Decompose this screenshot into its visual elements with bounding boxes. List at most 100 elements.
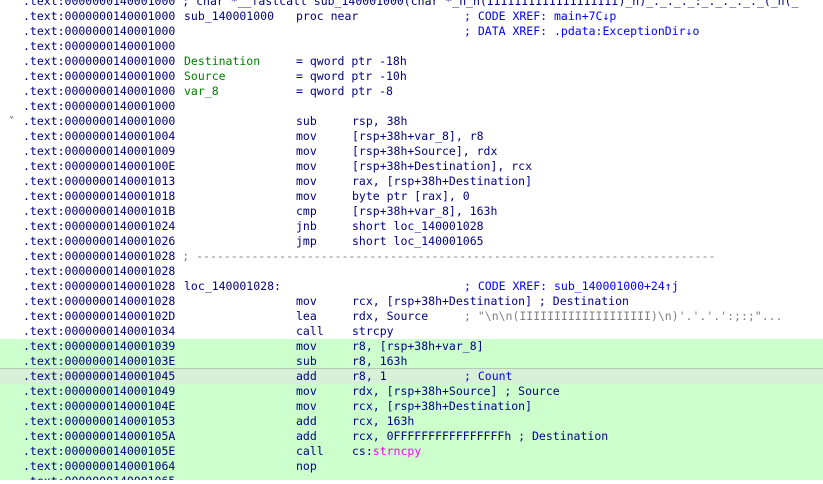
disasm-line[interactable]: .text:000000014000102D lea rdx, Source ; "\… bbox=[0, 309, 823, 324]
disasm-line[interactable]: .text:0000000140001000 ; DATA XREF: .pdat… bbox=[0, 24, 823, 39]
instruction-mnemonic[interactable]: sub bbox=[296, 354, 317, 369]
disasm-line[interactable]: .text:0000000140001049 mov rdx, [rsp+38h+S… bbox=[0, 384, 823, 399]
disasm-line[interactable]: .text:0000000140001053 add rcx, 163h bbox=[0, 414, 823, 429]
instruction-operands[interactable]: [rsp+38h+Destination], rcx bbox=[352, 159, 532, 174]
instruction-mnemonic[interactable]: add bbox=[296, 414, 317, 429]
line-address[interactable]: .text:0000000140001000 bbox=[23, 114, 175, 128]
instruction-operands[interactable]: cs:strncpy bbox=[352, 444, 421, 459]
line-address[interactable]: .text:0000000140001065 bbox=[23, 474, 175, 480]
line-address[interactable]: .text:000000014000103E bbox=[23, 354, 175, 368]
instruction-operands[interactable]: rdx, Source bbox=[352, 309, 428, 324]
instruction-mnemonic[interactable]: nop bbox=[296, 459, 317, 474]
instruction-operands[interactable]: r8, 1 bbox=[352, 369, 387, 384]
disasm-line[interactable]: ˅ .text:0000000140001000 sub rsp, 38h bbox=[0, 114, 823, 129]
disasm-line[interactable]: .text:0000000140001064 nop bbox=[0, 459, 823, 474]
code-label[interactable]: Destination bbox=[184, 54, 260, 69]
line-address[interactable]: .text:000000014000102D bbox=[23, 309, 175, 323]
disasm-line[interactable]: .text:000000014000104E mov rcx, [rsp+38h+D… bbox=[0, 399, 823, 414]
line-address[interactable]: .text:0000000140001009 bbox=[23, 144, 175, 158]
instruction-mnemonic[interactable]: mov bbox=[296, 384, 317, 399]
line-address[interactable]: .text:0000000140001000 bbox=[23, 84, 175, 98]
line-address[interactable]: .text:000000014000105A bbox=[23, 429, 175, 443]
instruction-mnemonic[interactable]: add bbox=[296, 429, 317, 444]
instruction-mnemonic[interactable]: = qword ptr -18h bbox=[296, 54, 407, 69]
instruction-mnemonic[interactable]: lea bbox=[296, 309, 317, 324]
instruction-mnemonic[interactable]: mov bbox=[296, 129, 317, 144]
disasm-line[interactable]: .text:000000014000101B cmp [rsp+38h+var_8]… bbox=[0, 204, 823, 219]
line-address[interactable]: .text:0000000140001018 bbox=[23, 189, 175, 203]
instruction-mnemonic[interactable]: mov bbox=[296, 159, 317, 174]
xref-comment[interactable]: ; DATA XREF: .pdata:ExceptionDir↓o bbox=[464, 24, 699, 39]
instruction-mnemonic[interactable]: proc near bbox=[296, 9, 358, 24]
instruction-operands[interactable]: rcx, 163h bbox=[352, 414, 414, 429]
disasm-line[interactable]: .text:000000014000103E sub r8, 163h bbox=[0, 354, 823, 369]
xref-comment[interactable]: ; CODE XREF: sub_140001000+24↑j bbox=[464, 279, 679, 294]
line-address[interactable]: .text:0000000140001000 bbox=[23, 0, 175, 8]
instruction-operands[interactable]: rax, [rsp+38h+Destination] bbox=[352, 174, 532, 189]
line-address[interactable]: .text:0000000140001000 bbox=[23, 54, 175, 68]
instruction-mnemonic[interactable]: = qword ptr -10h bbox=[296, 69, 407, 84]
line-address[interactable]: .text:0000000140001039 bbox=[23, 339, 175, 353]
line-address[interactable]: .text:000000014000100E bbox=[23, 159, 175, 173]
disasm-line[interactable]: .text:0000000140001009 mov [rsp+38h+Source… bbox=[0, 144, 823, 159]
line-address[interactable]: .text:000000014000105E bbox=[23, 444, 175, 458]
instruction-operands[interactable]: strcpy bbox=[352, 324, 394, 339]
instruction-mnemonic[interactable]: mov bbox=[296, 189, 317, 204]
disassembly-view[interactable]: .text:0000000140001000 ; char *__fastcal… bbox=[0, 0, 823, 484]
disasm-line[interactable]: .text:0000000140001000 bbox=[0, 39, 823, 54]
instruction-mnemonic[interactable]: sub bbox=[296, 114, 317, 129]
imported-function-name[interactable]: strncpy bbox=[373, 444, 421, 458]
instruction-mnemonic[interactable]: mov bbox=[296, 144, 317, 159]
instruction-operands[interactable]: rcx, 0FFFFFFFFFFFFFFFFh ; Destination bbox=[352, 429, 608, 444]
line-address[interactable]: .text:0000000140001034 bbox=[23, 324, 175, 338]
line-address[interactable]: .text:0000000140001064 bbox=[23, 459, 175, 473]
instruction-mnemonic[interactable]: mov bbox=[296, 399, 317, 414]
disasm-line[interactable]: .text:0000000140001000 Destination = qword… bbox=[0, 54, 823, 69]
xref-comment[interactable]: ; CODE XREF: main+7C↓p bbox=[464, 9, 616, 24]
instruction-operands[interactable]: r8, 163h bbox=[352, 354, 407, 369]
collapse-chevron-icon[interactable]: ˅ bbox=[9, 114, 19, 129]
instruction-operands[interactable]: byte ptr [rax], 0 bbox=[352, 189, 470, 204]
code-label[interactable]: sub_140001000 bbox=[184, 9, 274, 24]
instruction-operands[interactable]: short loc_140001028 bbox=[352, 219, 484, 234]
line-address[interactable]: .text:0000000140001004 bbox=[23, 129, 175, 143]
line-address[interactable]: .text:0000000140001026 bbox=[23, 234, 175, 248]
instruction-mnemonic[interactable]: add bbox=[296, 369, 317, 384]
code-label[interactable]: Source bbox=[184, 69, 226, 84]
disasm-line[interactable]: .text:0000000140001013 mov rax, [rsp+38h+D… bbox=[0, 174, 823, 189]
instruction-mnemonic[interactable]: call bbox=[296, 444, 324, 459]
disasm-line[interactable]: .text:000000014000105E call cs:strncpy bbox=[0, 444, 823, 459]
disasm-line[interactable]: .text:0000000140001000 Source = qword ptr … bbox=[0, 69, 823, 84]
line-address[interactable]: .text:0000000140001000 bbox=[23, 24, 175, 38]
disasm-line[interactable]: .text:0000000140001004 mov [rsp+38h+var_8]… bbox=[0, 129, 823, 144]
line-address[interactable]: .text:0000000140001028 bbox=[23, 264, 175, 278]
disasm-line[interactable]: .text:0000000140001045 add r8, 1 ; Count bbox=[0, 368, 823, 385]
disasm-line[interactable]: .text:0000000140001065 bbox=[0, 474, 823, 480]
instruction-mnemonic[interactable]: jnb bbox=[296, 219, 317, 234]
instruction-operands[interactable]: [rsp+38h+var_8], 163h bbox=[352, 204, 497, 219]
line-address[interactable]: .text:0000000140001028 bbox=[23, 294, 175, 308]
line-address[interactable]: .text:0000000140001013 bbox=[23, 174, 175, 188]
line-address[interactable]: .text:0000000140001053 bbox=[23, 414, 175, 428]
disasm-line[interactable]: .text:0000000140001018 mov byte ptr [rax],… bbox=[0, 189, 823, 204]
line-address[interactable]: .text:0000000140001000 bbox=[23, 39, 175, 53]
instruction-mnemonic[interactable]: = qword ptr -8 bbox=[296, 84, 393, 99]
instruction-operands[interactable]: [rsp+38h+var_8], r8 bbox=[352, 129, 484, 144]
line-address[interactable]: .text:0000000140001000 bbox=[23, 99, 175, 113]
line-address[interactable]: .text:000000014000104E bbox=[23, 399, 175, 413]
instruction-operands[interactable]: rsp, 38h bbox=[352, 114, 407, 129]
disasm-line[interactable]: .text:0000000140001000 ; char *__fastcal… bbox=[0, 0, 823, 9]
line-address[interactable]: .text:0000000140001028 bbox=[23, 279, 175, 293]
instruction-mnemonic[interactable]: jmp bbox=[296, 234, 317, 249]
disasm-line[interactable]: .text:0000000140001028 ; ---------------… bbox=[0, 249, 823, 264]
disasm-line[interactable]: .text:0000000140001000 sub_140001000 proc … bbox=[0, 9, 823, 24]
line-address[interactable]: .text:0000000140001024 bbox=[23, 219, 175, 233]
code-label[interactable]: var_8 bbox=[184, 84, 219, 99]
disasm-line[interactable]: .text:0000000140001028 bbox=[0, 264, 823, 279]
instruction-operands[interactable]: short loc_140001065 bbox=[352, 234, 484, 249]
instruction-mnemonic[interactable]: mov bbox=[296, 294, 317, 309]
disasm-line[interactable]: .text:000000014000105A add rcx, 0FFFFFFFFF… bbox=[0, 429, 823, 444]
disasm-line[interactable]: .text:0000000140001000 var_8 = qword ptr -… bbox=[0, 84, 823, 99]
disasm-line[interactable]: .text:0000000140001000 bbox=[0, 99, 823, 114]
disasm-line[interactable]: .text:000000014000100E mov [rsp+38h+Destin… bbox=[0, 159, 823, 174]
